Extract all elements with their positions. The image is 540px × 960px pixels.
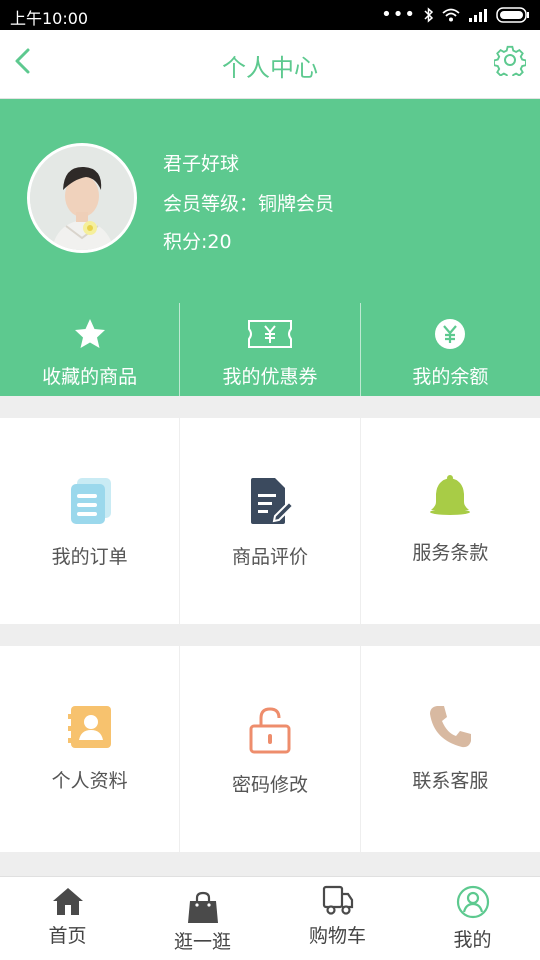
yuan-coin-icon: [435, 319, 466, 349]
terms-label: 服务条款: [412, 542, 489, 564]
tab-cart[interactable]: 购物车: [270, 877, 405, 960]
page-title: 个人中心: [222, 54, 318, 82]
gear-icon[interactable]: [494, 44, 526, 76]
shopping-bag-icon: [187, 891, 218, 923]
coupons-label: 我的优惠券: [222, 366, 318, 388]
my-orders-label: 我的订单: [51, 546, 128, 568]
points: 积分:20: [163, 231, 232, 253]
more-dots-icon: •••: [381, 4, 416, 25]
phone-icon: [430, 706, 472, 748]
menu-grid-row-2: 个人资料 密码修改 联系客服: [0, 646, 540, 852]
unlock-icon: [249, 707, 291, 754]
status-time: 上午10:00: [10, 9, 89, 28]
tab-mine-label: 我的: [453, 929, 492, 951]
my-orders-button[interactable]: 我的订单: [0, 418, 179, 624]
status-bar: 上午10:00 •••: [0, 0, 540, 30]
product-review-label: 商品评价: [231, 546, 308, 568]
battery-icon: [496, 7, 529, 23]
favorites-label: 收藏的商品: [42, 366, 138, 388]
tab-home-label: 首页: [48, 925, 87, 947]
personal-info-button[interactable]: 个人资料: [0, 646, 179, 852]
home-icon: [52, 888, 83, 915]
signal-icon: [469, 9, 487, 22]
bell-icon: [430, 475, 471, 515]
wifi-icon: [442, 8, 460, 22]
bottom-tab-bar: 首页 逛一逛 购物车 我的: [0, 876, 540, 960]
quick-actions: 收藏的商品 我的优惠券 我的余额: [0, 303, 540, 396]
change-password-button[interactable]: 密码修改: [179, 646, 359, 852]
user-circle-icon: [456, 885, 489, 919]
review-edit-icon: [250, 478, 295, 524]
change-password-label: 密码修改: [231, 774, 308, 796]
system-icons: •••: [381, 6, 530, 24]
avatar[interactable]: [27, 143, 137, 253]
top-nav-bar: 个人中心: [0, 30, 540, 99]
avatar-portrait-icon: [30, 146, 134, 250]
username: 君子好球: [163, 153, 240, 175]
cart-truck-icon: [322, 885, 353, 915]
bluetooth-icon: [424, 7, 434, 23]
tab-mine[interactable]: 我的: [405, 877, 540, 960]
tab-explore[interactable]: 逛一逛: [135, 877, 270, 960]
coupon-icon: [247, 320, 292, 348]
member-level: 会员等级：铜牌会员: [163, 193, 335, 215]
tab-home[interactable]: 首页: [0, 877, 135, 960]
contact-card-icon: [67, 706, 111, 748]
favorites-button[interactable]: 收藏的商品: [0, 303, 179, 396]
terms-button[interactable]: 服务条款: [359, 418, 540, 624]
coupons-button[interactable]: 我的优惠券: [179, 303, 359, 396]
personal-info-label: 个人资料: [51, 770, 128, 792]
tab-cart-label: 购物车: [308, 925, 366, 947]
balance-button[interactable]: 我的余额: [359, 303, 540, 396]
star-icon: [74, 319, 105, 348]
product-review-button[interactable]: 商品评价: [179, 418, 359, 624]
orders-icon: [70, 478, 111, 524]
customer-service-button[interactable]: 联系客服: [359, 646, 540, 852]
balance-label: 我的余额: [412, 366, 489, 388]
menu-grid-row-1: 我的订单 商品评价 服务条款: [0, 418, 540, 624]
tab-explore-label: 逛一逛: [173, 931, 231, 953]
profile-header: 君子好球 会员等级：铜牌会员 积分:20 收藏的商品 我的优惠券 我的余额: [0, 99, 540, 396]
customer-service-label: 联系客服: [412, 770, 489, 792]
